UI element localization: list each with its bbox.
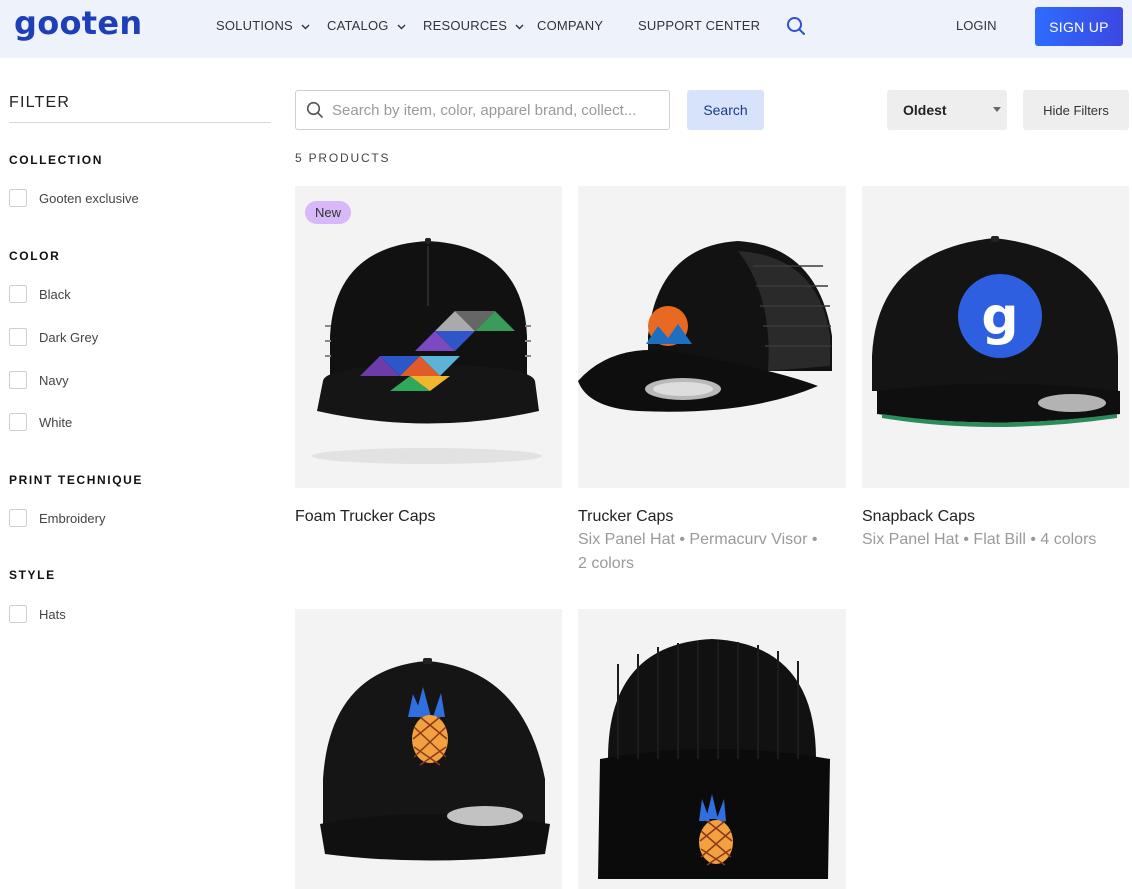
product-subtitle-line2: 2 colors xyxy=(578,555,635,572)
product-card-snapback-caps[interactable]: g Snapback Caps Six Panel Hat • Flat Bil… xyxy=(862,186,1129,556)
checkbox[interactable] xyxy=(9,189,27,207)
svg-text:g: g xyxy=(981,287,1018,347)
product-image[interactable]: g xyxy=(862,186,1129,488)
filter-group-collection-title: COLLECTION xyxy=(9,153,103,167)
gooten-logo[interactable]: gooten xyxy=(14,4,142,42)
product-title[interactable]: Trucker Caps xyxy=(578,508,673,526)
filter-option-gooten-exclusive[interactable]: Gooten exclusive xyxy=(9,189,139,207)
nav-company[interactable]: COMPANY xyxy=(537,18,603,33)
chevron-down-icon xyxy=(301,18,310,33)
nav-solutions[interactable]: SOLUTIONS xyxy=(216,18,310,33)
filter-option-hats[interactable]: Hats xyxy=(9,605,66,623)
filter-option-embroidery[interactable]: Embroidery xyxy=(9,509,105,527)
product-card-dad-hat[interactable] xyxy=(295,609,562,889)
checkbox[interactable] xyxy=(9,413,27,431)
checkbox[interactable] xyxy=(9,605,27,623)
search-button[interactable]: Search xyxy=(687,90,764,130)
filter-option-label: Navy xyxy=(39,372,69,388)
checkbox[interactable] xyxy=(9,285,27,303)
product-count: 5 PRODUCTS xyxy=(295,151,391,165)
pineapple-beanie-image xyxy=(598,639,830,879)
nav-solutions-label: SOLUTIONS xyxy=(216,18,293,33)
product-subtitle: Six Panel Hat • Flat Bill • 4 colors xyxy=(862,531,1097,548)
pineapple-dad-hat-image xyxy=(320,658,550,861)
login-link[interactable]: LOGIN xyxy=(956,18,996,33)
filter-option-label: Embroidery xyxy=(39,510,106,526)
product-subtitle: Six Panel Hat • Permacurv Visor • xyxy=(578,531,818,548)
site-header: gooten SOLUTIONS CATALOG RESOURCES COMPA… xyxy=(0,0,1132,58)
chevron-down-icon xyxy=(397,18,406,33)
filter-option-label: Black xyxy=(39,286,71,302)
search-icon xyxy=(306,101,323,118)
nav-catalog-label: CATALOG xyxy=(327,18,389,33)
foam-trucker-cap-image xyxy=(312,238,542,464)
filter-option-label: Hats xyxy=(39,606,66,622)
filter-group-color-title: COLOR xyxy=(9,249,61,263)
filter-option-navy[interactable]: Navy xyxy=(9,371,69,389)
nav-company-label: COMPANY xyxy=(537,18,604,33)
filter-option-label: White xyxy=(39,414,73,430)
product-title[interactable]: Snapback Caps xyxy=(862,508,975,526)
filter-option-dark-grey[interactable]: Dark Grey xyxy=(9,328,98,346)
product-card-beanie[interactable] xyxy=(578,609,846,889)
caret-down-icon xyxy=(993,107,1001,112)
product-card-foam-trucker-caps[interactable]: New Foam Trucker Caps xyxy=(295,186,562,546)
product-image[interactable] xyxy=(578,609,846,889)
new-badge: New xyxy=(305,201,352,224)
filter-divider xyxy=(9,122,271,123)
product-image[interactable] xyxy=(295,609,562,889)
search-icon[interactable] xyxy=(786,16,806,36)
checkbox[interactable] xyxy=(9,328,27,346)
chevron-down-icon xyxy=(515,18,524,33)
filter-title: FILTER xyxy=(9,94,71,111)
nav-resources-label: RESOURCES xyxy=(423,18,508,33)
filter-group-style-title: STYLE xyxy=(9,568,56,582)
hide-filters-button[interactable]: Hide Filters xyxy=(1023,90,1129,130)
product-search-box[interactable] xyxy=(295,90,670,130)
product-image[interactable] xyxy=(578,186,846,488)
filter-group-print-technique-title: PRINT TECHNIQUE xyxy=(9,473,144,487)
product-card-trucker-caps[interactable]: Trucker Caps Six Panel Hat • Permacurv V… xyxy=(578,186,846,576)
filter-option-white[interactable]: White xyxy=(9,413,72,431)
nav-support-center[interactable]: SUPPORT CENTER xyxy=(638,18,760,33)
checkbox[interactable] xyxy=(9,371,27,389)
nav-resources[interactable]: RESOURCES xyxy=(423,18,524,33)
product-image[interactable]: New xyxy=(295,186,562,488)
nav-support-center-label: SUPPORT CENTER xyxy=(638,18,761,33)
filter-option-label: Gooten exclusive xyxy=(39,190,139,206)
sort-select-value: Oldest xyxy=(903,102,947,118)
product-search-input[interactable] xyxy=(332,101,662,119)
signup-button[interactable]: SIGN UP xyxy=(1035,7,1123,46)
filter-option-black[interactable]: Black xyxy=(9,285,71,303)
checkbox[interactable] xyxy=(9,509,27,527)
nav-catalog[interactable]: CATALOG xyxy=(327,18,406,33)
sort-select[interactable]: Oldest xyxy=(887,90,1007,130)
filter-option-label: Dark Grey xyxy=(39,329,99,345)
product-title[interactable]: Foam Trucker Caps xyxy=(295,508,435,526)
trucker-cap-image xyxy=(578,241,832,412)
snapback-cap-image: g xyxy=(872,236,1120,427)
